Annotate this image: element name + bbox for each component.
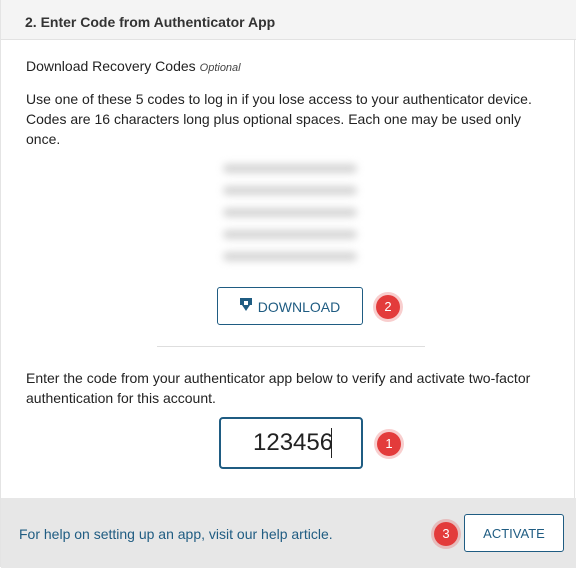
two-factor-panel: 2. Enter Code from Authenticator App Dow… xyxy=(0,0,576,568)
step-badge-1: 1 xyxy=(377,432,401,456)
download-icon xyxy=(239,289,252,325)
activate-button[interactable]: ACTIVATE xyxy=(464,514,564,552)
recovery-codes-title: Download Recovery Codes xyxy=(26,58,196,74)
recovery-codes-blurred xyxy=(215,152,367,276)
recovery-codes-heading: Download Recovery Codes Optional xyxy=(26,58,241,74)
help-article-link[interactable]: For help on setting up an app, visit our… xyxy=(19,526,333,542)
section-header: 2. Enter Code from Authenticator App xyxy=(1,0,576,40)
optional-label: Optional xyxy=(199,62,241,74)
divider xyxy=(157,346,425,347)
section-title: 2. Enter Code from Authenticator App xyxy=(25,14,276,30)
download-button[interactable]: DOWNLOAD xyxy=(217,287,363,325)
recovery-codes-description: Use one of these 5 codes to log in if yo… xyxy=(26,91,532,147)
step-badge-3: 3 xyxy=(434,522,458,546)
text-caret xyxy=(331,428,332,458)
footer-bar: For help on setting up an app, visit our… xyxy=(1,498,576,568)
step-badge-2: 2 xyxy=(376,295,400,319)
download-label: DOWNLOAD xyxy=(257,299,341,315)
verify-description: Enter the code from your authenticator a… xyxy=(26,370,531,406)
verification-code-input[interactable] xyxy=(219,417,363,469)
